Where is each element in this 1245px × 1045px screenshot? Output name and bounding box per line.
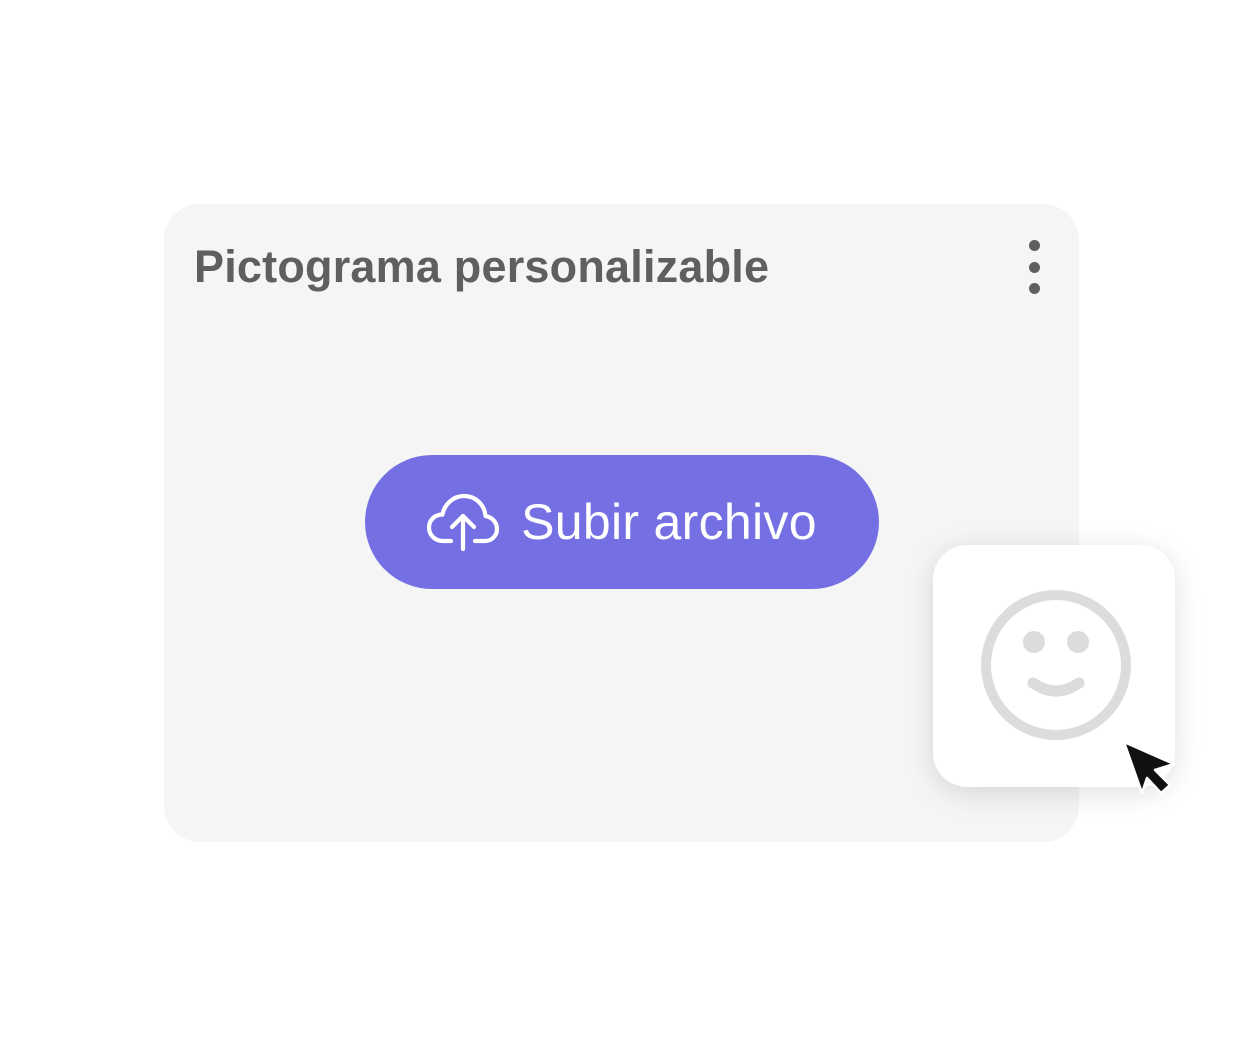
kebab-dot (1029, 283, 1040, 294)
kebab-dot (1029, 262, 1040, 273)
mouse-pointer-icon (1122, 740, 1176, 795)
smiley-face-icon (981, 590, 1131, 740)
cloud-upload-icon (427, 493, 500, 552)
upload-button-label: Subir archivo (521, 494, 817, 550)
kebab-dot (1029, 240, 1040, 251)
kebab-menu-icon[interactable] (1022, 240, 1050, 296)
upload-file-button[interactable]: Subir archivo (365, 455, 879, 589)
stage: Pictograma personalizable Subir archivo (0, 0, 1245, 1045)
card-title: Pictograma personalizable (194, 241, 770, 292)
